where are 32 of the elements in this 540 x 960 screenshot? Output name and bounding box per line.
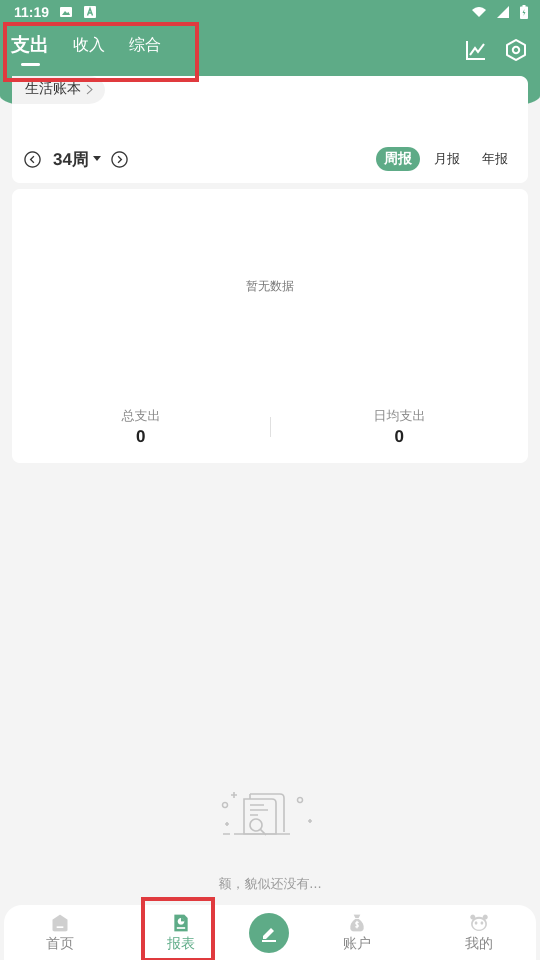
report-type-tab[interactable]: 年报 <box>474 147 516 171</box>
tab[interactable]: 收入 <box>73 34 105 66</box>
report-type-tab[interactable]: 周报 <box>376 147 420 171</box>
stat-value: 0 <box>136 427 146 447</box>
compose-button[interactable] <box>249 912 289 952</box>
status-time: 11:19 <box>14 4 50 20</box>
nav-tab[interactable]: 首页 <box>4 905 116 960</box>
empty-state-text: 额，貌似还没有... <box>218 876 322 893</box>
stat-label: 日均支出 <box>373 408 426 425</box>
period-label[interactable]: 34周 <box>53 148 89 170</box>
chevron-icon <box>86 84 93 94</box>
caret-icon[interactable] <box>92 156 101 162</box>
settings-icon[interactable] <box>504 38 528 62</box>
line-chart-icon[interactable] <box>464 38 488 62</box>
image-icon <box>59 5 74 19</box>
nav-tab[interactable]: 报表 <box>116 905 246 960</box>
battery-icon <box>520 5 528 19</box>
nav-tab[interactable]: 我的 <box>422 905 536 960</box>
no-data-text: 暂无数据 <box>246 278 294 295</box>
home-icon <box>50 912 70 932</box>
report-type-tab[interactable]: 月报 <box>426 147 468 171</box>
next-icon[interactable] <box>110 150 128 168</box>
wifi-icon <box>472 5 486 19</box>
signal-icon <box>496 5 510 19</box>
tab[interactable]: 支出 <box>11 32 49 68</box>
app-notification-icon <box>83 5 98 19</box>
stat-label: 总支出 <box>121 408 160 425</box>
previous-icon[interactable] <box>24 150 41 168</box>
stat-value: 0 <box>394 427 404 447</box>
animal-head-icon <box>469 912 489 932</box>
tab[interactable]: 综合 <box>129 34 161 66</box>
nav-tab[interactable]: 账户 <box>292 905 422 960</box>
